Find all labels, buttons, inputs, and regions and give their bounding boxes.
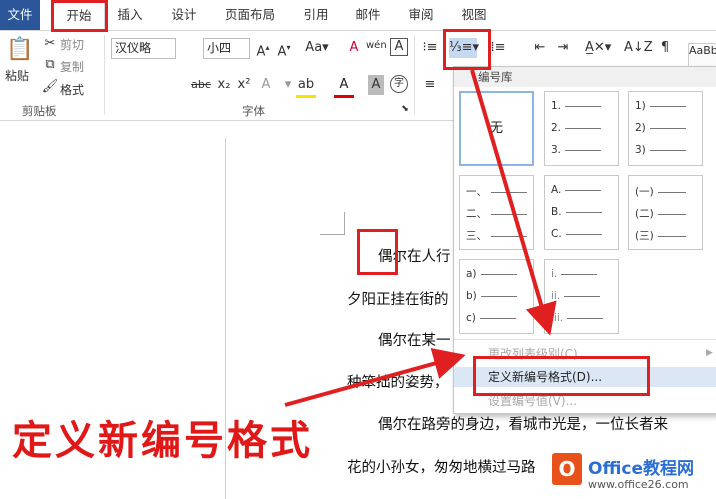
arrow-to-menu — [470, 69, 557, 336]
watermark: O Office教程网 www.office26.com — [548, 449, 716, 499]
annotation-caption: 定义新编号格式 — [12, 418, 313, 464]
watermark-url: www.office26.com — [588, 478, 689, 491]
arrow-from-caption — [284, 347, 466, 407]
watermark-brand: Office教程网 — [588, 459, 695, 479]
office-logo-icon: O — [552, 453, 582, 485]
